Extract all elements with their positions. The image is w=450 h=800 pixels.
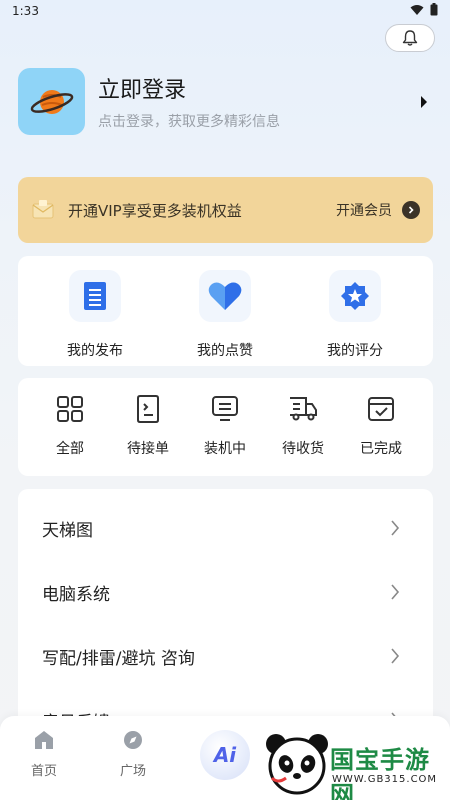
order-pending-button[interactable]: 待接单	[113, 394, 183, 458]
watermark-url: WWW.GB315.COM	[332, 774, 438, 785]
star-badge-icon	[329, 270, 381, 322]
document-icon	[69, 270, 121, 322]
order-pending-label: 待接单	[127, 441, 169, 457]
menu-item-label: 天梯图	[42, 521, 93, 541]
status-time: 1:33	[12, 4, 39, 18]
notification-button[interactable]	[385, 24, 435, 52]
my-ratings-label: 我的评分	[327, 343, 383, 359]
menu-item-ladder-chart[interactable]: 天梯图	[18, 494, 433, 558]
order-completed-button[interactable]: 已完成	[346, 394, 416, 458]
chevron-right-icon	[391, 648, 400, 664]
tab-plaza[interactable]: 广场	[103, 730, 163, 779]
grid-icon	[55, 394, 85, 424]
my-likes-button[interactable]: 我的点赞	[170, 270, 280, 360]
tab-home-label: 首页	[30, 764, 57, 779]
tab-plaza-label: 广场	[119, 764, 146, 779]
monitor-icon	[210, 394, 240, 424]
watermark-brand: 国宝手游网	[330, 746, 430, 800]
status-bar: 1:33	[0, 0, 450, 24]
battery-icon	[430, 3, 438, 16]
orders-card: 全部 待接单 装机中 待收货 已完成	[18, 378, 433, 476]
activity-card: 我的发布 我的点赞 我的评分	[18, 256, 433, 366]
order-to-receive-button[interactable]: 待收货	[268, 394, 338, 458]
order-assembling-label: 装机中	[204, 441, 246, 457]
status-icons	[410, 3, 438, 16]
bell-icon	[402, 30, 418, 46]
vip-banner[interactable]: 开通VIP享受更多装机权益 开通会员	[18, 177, 433, 243]
vip-arrow-icon[interactable]	[402, 201, 420, 219]
my-posts-label: 我的发布	[67, 343, 123, 359]
tab-home[interactable]: 首页	[14, 730, 74, 779]
order-completed-label: 已完成	[360, 441, 402, 457]
home-icon	[35, 731, 53, 749]
my-likes-label: 我的点赞	[197, 343, 253, 359]
arrow-right-icon[interactable]	[420, 96, 428, 108]
chevron-right-icon	[391, 520, 400, 536]
planet-icon	[30, 89, 73, 114]
vip-open-button[interactable]: 开通会员	[336, 200, 392, 220]
my-posts-button[interactable]: 我的发布	[40, 270, 150, 360]
login-profile[interactable]: 立即登录 点击登录，获取更多精彩信息	[18, 68, 438, 138]
menu-item-label: 写配/排雷/避坑 咨询	[42, 649, 195, 669]
order-doc-icon	[133, 394, 163, 424]
avatar[interactable]	[18, 68, 85, 135]
order-all-button[interactable]: 全部	[35, 394, 105, 458]
order-to-receive-label: 待收货	[282, 441, 324, 457]
menu-item-label: 电脑系统	[42, 585, 110, 605]
my-ratings-button[interactable]: 我的评分	[300, 270, 410, 360]
menu-item-pc-system[interactable]: 电脑系统	[18, 558, 433, 622]
vip-envelope-icon	[32, 200, 54, 219]
login-subtitle: 点击登录，获取更多精彩信息	[98, 114, 280, 130]
vip-text: 开通VIP享受更多装机权益	[68, 202, 242, 220]
order-assembling-button[interactable]: 装机中	[190, 394, 260, 458]
ai-icon: Ai	[213, 743, 237, 767]
order-all-label: 全部	[56, 441, 84, 457]
heart-icon	[199, 270, 251, 322]
panda-logo-icon	[266, 734, 328, 795]
check-box-icon	[366, 394, 396, 424]
wifi-icon	[410, 4, 424, 15]
watermark: 国宝手游网 WWW.GB315.COM	[262, 728, 450, 800]
compass-icon	[124, 731, 142, 749]
chevron-right-icon	[391, 584, 400, 600]
login-title[interactable]: 立即登录	[98, 72, 186, 104]
menu-list: 天梯图 电脑系统 写配/排雷/避坑 咨询 意见反馈	[18, 489, 433, 729]
truck-icon	[288, 394, 318, 424]
menu-item-consult[interactable]: 写配/排雷/避坑 咨询	[18, 622, 433, 686]
tab-ai-button[interactable]: Ai	[200, 730, 250, 780]
